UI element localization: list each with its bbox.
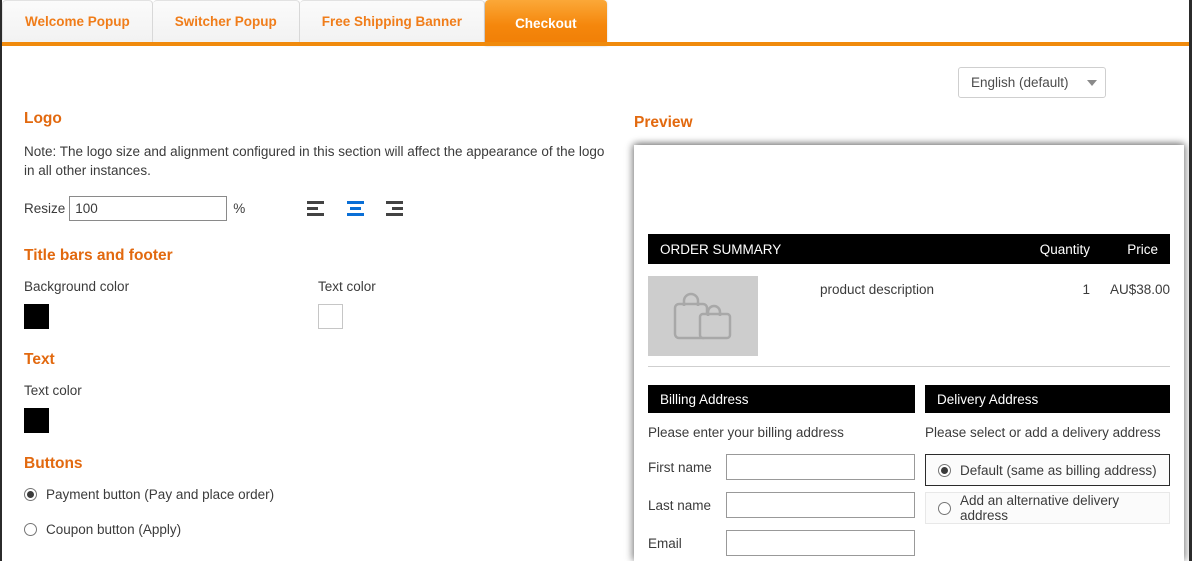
preview-panel: ORDER SUMMARY Quantity Price product des… (634, 145, 1184, 561)
last-name-input[interactable] (726, 492, 915, 518)
text-color-label: Text color (24, 383, 82, 398)
language-select[interactable]: English (default) (958, 67, 1106, 98)
resize-label: Resize (24, 201, 66, 216)
billing-address-header: Billing Address (648, 385, 915, 413)
tab-bar: Welcome Popup Switcher Popup Free Shippi… (2, 0, 1189, 46)
last-name-label: Last name (648, 497, 712, 513)
align-right-icon[interactable] (383, 200, 404, 218)
first-name-input[interactable] (726, 454, 915, 480)
text-color-field: Text color (24, 383, 318, 433)
email-label: Email (648, 535, 682, 551)
delivery-option-alternative[interactable]: Add an alternative delivery address (925, 492, 1170, 524)
order-summary-heading: ORDER SUMMARY (660, 241, 782, 257)
section-title-title-bars: Title bars and footer (24, 247, 173, 264)
tab-switcher-popup[interactable]: Switcher Popup (152, 0, 300, 42)
order-summary-header: ORDER SUMMARY Quantity Price (648, 234, 1170, 264)
section-title-buttons: Buttons (24, 455, 83, 472)
button-option-payment[interactable]: Payment button (Pay and place order) (24, 487, 624, 502)
tab-free-shipping-banner[interactable]: Free Shipping Banner (299, 0, 486, 42)
button-option-coupon[interactable]: Coupon button (Apply) (24, 522, 624, 537)
tab-label: Free Shipping Banner (321, 14, 463, 29)
tab-label: Checkout (515, 15, 577, 31)
checkout-settings-page: Welcome Popup Switcher Popup Free Shippi… (0, 0, 1192, 561)
billing-address-section: Billing Address Please enter your billin… (648, 385, 915, 561)
percent-symbol: % (233, 201, 246, 216)
billing-address-heading: Billing Address (660, 391, 749, 407)
alignment-button-group (307, 200, 404, 218)
logo-resize-row: Resize % (24, 196, 624, 221)
delivery-address-heading: Delivery Address (937, 391, 1039, 407)
email-input[interactable] (726, 530, 915, 556)
product-quantity: 1 (1082, 282, 1090, 297)
text-color-row: Text color (24, 383, 624, 433)
delivery-address-section: Delivery Address Please select or add a … (925, 385, 1170, 561)
resize-input[interactable] (69, 196, 228, 221)
align-left-icon[interactable] (307, 200, 327, 218)
logo-section: Logo Note: The logo size and alignment c… (24, 110, 624, 221)
title-bars-background-color-field: Background color (24, 279, 318, 329)
tab-list: Welcome Popup Switcher Popup Free Shippi… (2, 0, 607, 46)
background-color-label: Background color (24, 279, 130, 294)
tab-label: Switcher Popup (174, 14, 277, 29)
tab-bar-underline (2, 42, 1189, 46)
billing-email-row: Email (648, 530, 915, 556)
logo-note: Note: The logo size and alignment config… (24, 144, 605, 178)
buttons-section: Buttons Payment button (Pay and place or… (24, 455, 624, 537)
title-bars-color-row: Background color Text color (24, 279, 624, 329)
preview-title: Preview (634, 114, 693, 131)
billing-last-name-row: Last name (648, 492, 915, 518)
background-color-swatch[interactable] (24, 304, 49, 329)
delivery-option-label: Add an alternative delivery address (960, 493, 1120, 523)
title-bars-text-color-field: Text color (318, 279, 612, 329)
delivery-option-default[interactable]: Default (same as billing address) (925, 454, 1170, 486)
billing-address-hint: Please enter your billing address (648, 425, 844, 440)
billing-first-name-row: First name (648, 454, 915, 480)
preview-content: ORDER SUMMARY Quantity Price product des… (634, 145, 1184, 561)
tab-checkout[interactable]: Checkout (485, 0, 607, 46)
text-section: Text Text color (24, 351, 624, 433)
address-sections: Billing Address Please enter your billin… (648, 385, 1170, 561)
tab-welcome-popup[interactable]: Welcome Popup (2, 0, 153, 42)
chevron-down-icon (1087, 79, 1097, 86)
product-price: AU$38.00 (1109, 282, 1170, 297)
language-select-value: English (default) (971, 75, 1069, 90)
text-color-label: Text color (318, 279, 376, 294)
section-title-logo: Logo (24, 110, 62, 127)
title-bars-footer-section: Title bars and footer Background color T… (24, 247, 624, 329)
price-column-header: Price (1127, 241, 1158, 257)
radio-icon (24, 523, 37, 536)
section-title-text: Text (24, 351, 55, 368)
delivery-address-hint: Please select or add a delivery address (925, 425, 1161, 440)
radio-icon (938, 501, 951, 515)
radio-icon (24, 488, 37, 501)
product-description: product description (820, 282, 935, 297)
radio-icon (938, 463, 951, 477)
delivery-address-header: Delivery Address (925, 385, 1170, 413)
order-item-row: product description 1 AU$38.00 (648, 264, 1170, 367)
text-color-swatch[interactable] (318, 304, 343, 329)
text-color-swatch[interactable] (24, 408, 49, 433)
delivery-option-label: Default (same as billing address) (960, 462, 1157, 478)
align-center-icon[interactable] (345, 200, 365, 218)
quantity-column-header: Quantity (1039, 241, 1090, 257)
settings-column: Logo Note: The logo size and alignment c… (24, 110, 624, 557)
preview-logo-area (648, 145, 1170, 234)
first-name-label: First name (648, 459, 712, 475)
tab-label: Welcome Popup (25, 14, 130, 29)
shopping-bags-icon (673, 292, 732, 340)
button-option-label: Coupon button (Apply) (46, 522, 182, 537)
button-option-label: Payment button (Pay and place order) (46, 487, 275, 502)
product-thumbnail (648, 276, 758, 356)
